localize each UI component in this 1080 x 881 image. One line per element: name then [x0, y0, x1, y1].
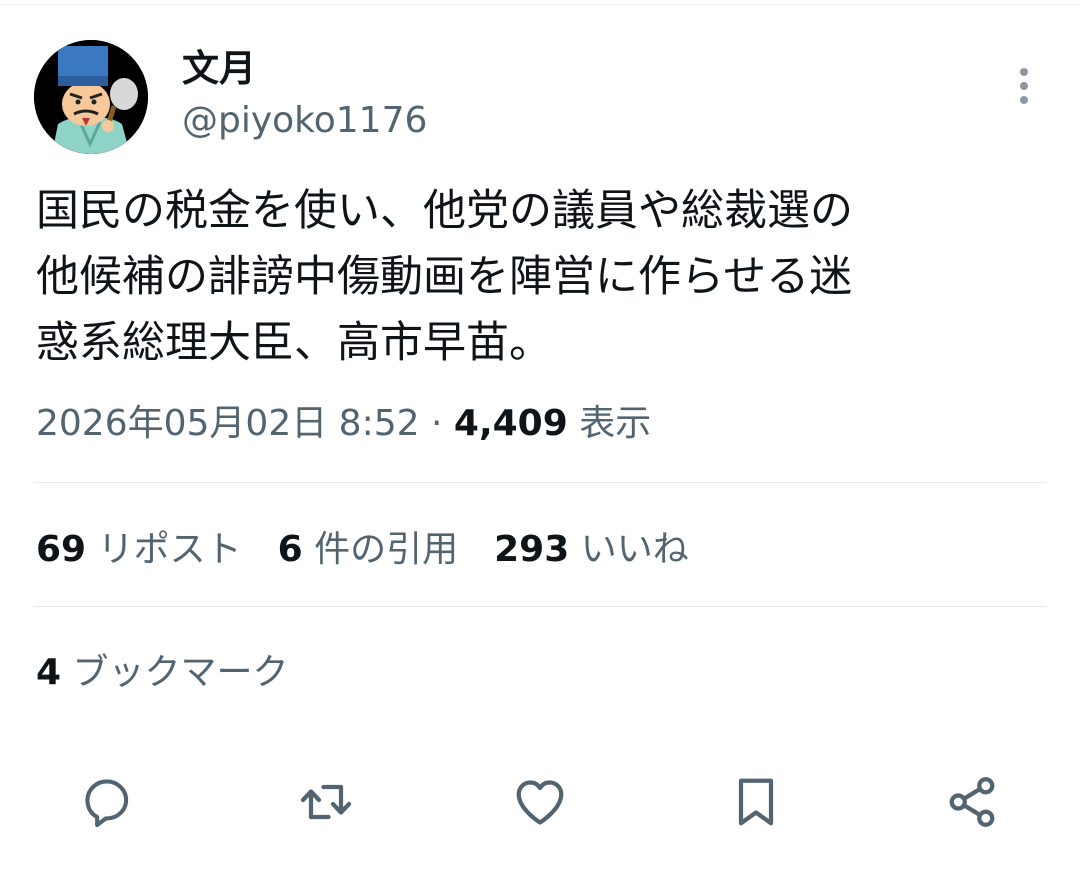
- heart-icon: [516, 780, 564, 825]
- reply-button[interactable]: [76, 770, 140, 834]
- more-vertical-icon: [1020, 68, 1028, 104]
- bookmarks-count: 4: [36, 652, 62, 693]
- divider: [34, 482, 1046, 483]
- engagement-stats: 69 リポスト 6 件の引用 293 いいね: [36, 524, 725, 576]
- tweet-text: 国民の税金を使い、他党の議員や総裁選の 他候補の誹謗中傷動画を陣営に作らせる迷 …: [36, 178, 1036, 376]
- reposts-label: リポスト: [97, 529, 242, 570]
- tweet-text-line: 惑系総理大臣、高市早苗。: [36, 318, 552, 368]
- likes-stat[interactable]: 293 いいね: [494, 524, 689, 576]
- top-divider: [0, 4, 1080, 5]
- repost-button[interactable]: [294, 770, 358, 834]
- user-handle[interactable]: @piyoko1176: [182, 98, 427, 144]
- bookmarks-stat[interactable]: 4 ブックマーク: [36, 647, 289, 699]
- reposts-count: 69: [36, 529, 87, 570]
- bookmark-button[interactable]: [724, 770, 788, 834]
- divider: [34, 606, 1046, 607]
- reply-icon: [85, 779, 129, 828]
- quotes-stat[interactable]: 6 件の引用: [278, 524, 459, 576]
- tweet-text-line: 国民の税金を使い、他党の議員や総裁選の: [36, 186, 853, 236]
- likes-label: いいね: [580, 529, 689, 570]
- more-options-button[interactable]: [1002, 64, 1046, 108]
- quotes-count: 6: [277, 529, 303, 570]
- views-count: 4,409: [453, 403, 568, 444]
- views-label: 表示: [579, 403, 652, 444]
- timestamp[interactable]: 2026年05月02日 8:52: [36, 403, 420, 444]
- meta-separator: ·: [430, 403, 443, 444]
- tweet-meta: 2026年05月02日 8:52 · 4,409 表示: [36, 398, 651, 450]
- like-button[interactable]: [508, 770, 572, 834]
- share-icon: [949, 777, 995, 827]
- repost-icon: [300, 784, 352, 820]
- quotes-label: 件の引用: [314, 529, 459, 570]
- likes-count: 293: [494, 529, 570, 570]
- bookmark-icon: [738, 778, 774, 826]
- bookmarks-label: ブックマーク: [72, 652, 289, 693]
- reposts-stat[interactable]: 69 リポスト: [36, 524, 242, 576]
- avatar-illustration-icon: [34, 40, 148, 154]
- avatar[interactable]: [34, 40, 148, 154]
- tweet-text-line: 他候補の誹謗中傷動画を陣営に作らせる迷: [36, 252, 853, 302]
- display-name[interactable]: 文月: [182, 46, 256, 92]
- share-button[interactable]: [940, 770, 1004, 834]
